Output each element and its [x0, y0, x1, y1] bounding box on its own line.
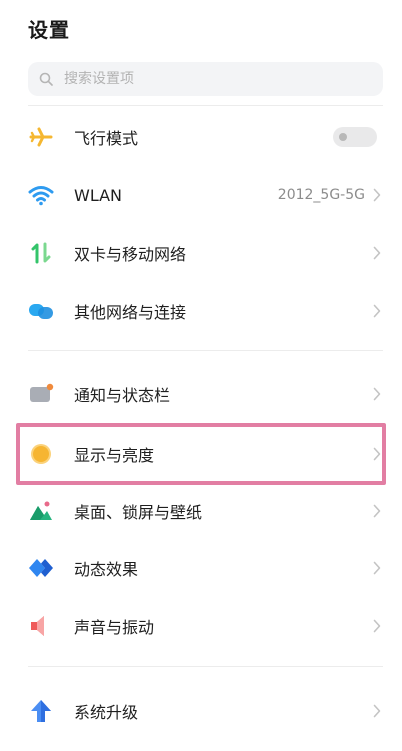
- search-input[interactable]: [62, 70, 366, 88]
- divider: [28, 666, 383, 667]
- chevron-right-icon: [371, 245, 383, 261]
- chevron-right-icon: [371, 386, 383, 402]
- airplane-mode-toggle[interactable]: [333, 127, 377, 147]
- chevron-right-icon: [371, 618, 383, 634]
- brightness-icon: [28, 441, 54, 467]
- settings-item-other-networks[interactable]: 其他网络与连接: [28, 283, 383, 339]
- chevron-right-icon: [371, 503, 383, 519]
- settings-item-label: 飞行模式: [74, 129, 139, 148]
- airplane-icon: [28, 124, 54, 150]
- effects-icon: [28, 555, 54, 581]
- settings-item-label: 系统升级: [74, 703, 139, 722]
- settings-item-label: 声音与振动: [74, 618, 155, 637]
- settings-item-display-brightness[interactable]: 显示与亮度: [28, 426, 383, 482]
- wifi-icon: [28, 182, 54, 208]
- settings-item-label: 动态效果: [74, 560, 139, 579]
- wlan-network-name: 2012_5G-5G: [277, 187, 365, 203]
- settings-item-dynamic-effects[interactable]: 动态效果: [28, 540, 383, 596]
- settings-item-label: 通知与状态栏: [74, 386, 171, 405]
- mobile-data-icon: [28, 240, 54, 266]
- settings-item-dual-sim[interactable]: 双卡与移动网络: [28, 225, 383, 281]
- divider: [28, 350, 383, 351]
- search-icon: [38, 71, 54, 87]
- upgrade-icon: [28, 698, 54, 724]
- chevron-right-icon: [371, 187, 383, 203]
- settings-item-system-upgrade[interactable]: 系统升级: [28, 683, 383, 739]
- settings-item-notification[interactable]: 通知与状态栏: [28, 366, 383, 422]
- settings-item-sound-vibration[interactable]: 声音与振动: [28, 598, 383, 654]
- page-title: 设置: [28, 18, 70, 42]
- chevron-right-icon: [371, 703, 383, 719]
- chevron-right-icon: [371, 303, 383, 319]
- toggle-knob: [339, 133, 347, 141]
- settings-item-label: WLAN: [74, 185, 123, 205]
- divider: [28, 105, 383, 106]
- settings-page: 设置 飞行模式: [0, 0, 402, 751]
- chevron-right-icon: [371, 560, 383, 576]
- notification-icon: [28, 381, 54, 407]
- settings-item-label: 其他网络与连接: [74, 303, 187, 322]
- settings-item-airplane-mode[interactable]: 飞行模式: [28, 109, 383, 165]
- settings-item-label: 桌面、锁屏与壁纸: [74, 503, 203, 522]
- connection-icon: [28, 298, 54, 324]
- sound-icon: [28, 613, 54, 639]
- settings-item-label: 双卡与移动网络: [74, 245, 187, 264]
- chevron-right-icon: [371, 446, 383, 462]
- settings-item-wallpaper[interactable]: 桌面、锁屏与壁纸: [28, 483, 383, 539]
- search-bar[interactable]: [28, 62, 383, 96]
- settings-item-wlan[interactable]: WLAN 2012_5G-5G: [28, 167, 383, 223]
- wallpaper-icon: [28, 498, 54, 524]
- settings-item-label: 显示与亮度: [74, 446, 155, 465]
